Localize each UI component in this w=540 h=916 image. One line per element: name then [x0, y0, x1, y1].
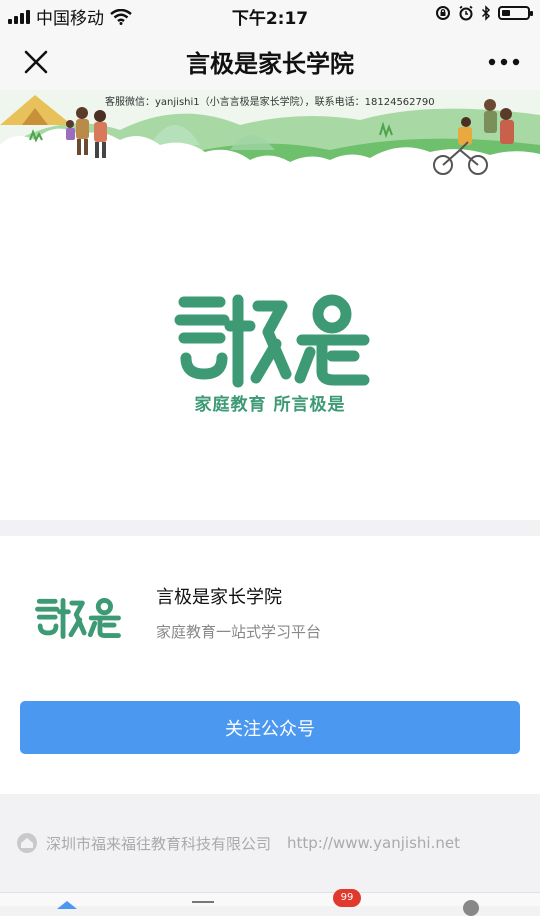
- status-bar: 中国移动 下午2:17: [0, 0, 540, 32]
- tab-profile-icon[interactable]: [463, 900, 479, 916]
- brand-slogan: 家庭教育 所言极是: [194, 395, 346, 415]
- bottom-tab-bar: 99: [0, 889, 540, 916]
- footer: 深圳市福来福往教育科技有限公司 http://www.yanjishi.net: [16, 832, 460, 854]
- tab-badge: 99: [333, 889, 361, 907]
- rotation-lock-icon: [436, 6, 450, 20]
- battery-icon: [498, 6, 533, 20]
- account-card: 言极是家长学院 家庭教育一站式学习平台 关注公众号: [0, 536, 540, 794]
- footer-url-link[interactable]: http://www.yanjishi.net: [287, 834, 460, 852]
- nav-bar: 言极是家长学院: [0, 32, 540, 90]
- follow-account-button[interactable]: 关注公众号: [20, 701, 520, 754]
- banner-contact-text: 客服微信：yanjishi1（小言言极是家长学院），联系电话：181245627…: [105, 97, 435, 108]
- status-right: [435, 5, 533, 21]
- more-dots-icon[interactable]: [484, 44, 524, 80]
- tab-list-icon[interactable]: [192, 901, 214, 903]
- account-description: 家庭教育一站式学习平台: [156, 623, 322, 641]
- alarm-icon: [459, 5, 473, 21]
- brand-logo: [174, 294, 370, 388]
- battery-level: [502, 10, 510, 16]
- header-banner: 客服微信：yanjishi1（小言言极是家长学院），联系电话：181245627…: [0, 90, 540, 190]
- account-name: 言极是家长学院: [156, 587, 282, 608]
- bluetooth-icon: [481, 5, 491, 21]
- brand-logo-card: 家庭教育 所言极是: [0, 190, 540, 520]
- tab-home-icon[interactable]: [57, 899, 77, 909]
- footer-company: 深圳市福来福往教育科技有限公司: [46, 834, 272, 853]
- house-icon: [17, 833, 37, 853]
- account-avatar-logo: [35, 597, 121, 639]
- page-title: 言极是家长学院: [186, 50, 354, 78]
